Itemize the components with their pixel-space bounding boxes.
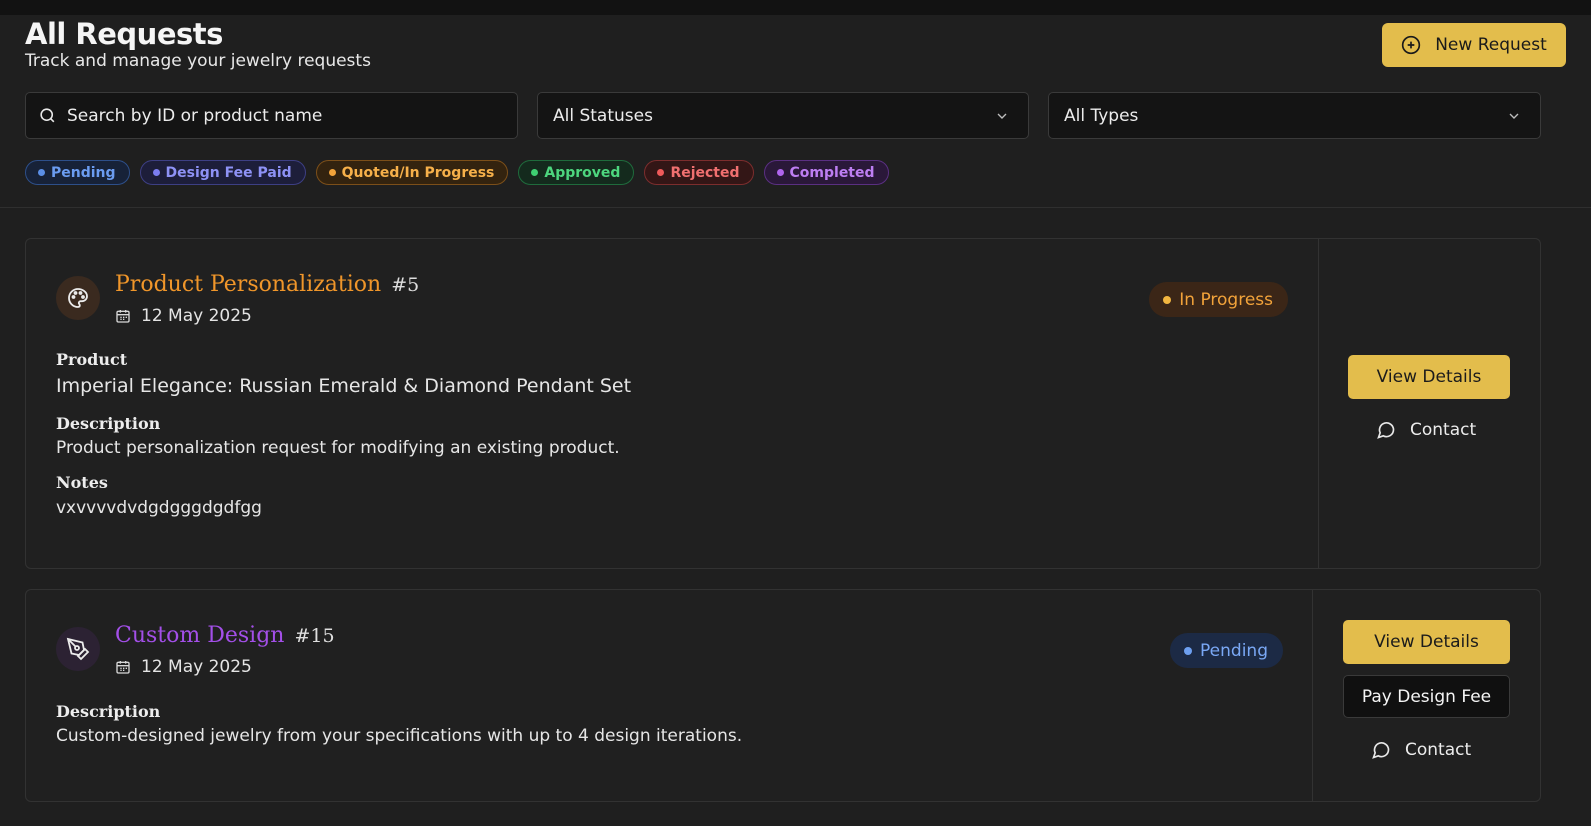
contact-label: Contact: [1405, 740, 1472, 760]
legend-approved[interactable]: Approved: [518, 160, 635, 185]
search-placeholder: Search by ID or product name: [67, 105, 323, 126]
search-input[interactable]: Search by ID or product name: [25, 92, 518, 139]
legend-pending[interactable]: Pending: [25, 160, 130, 185]
legend-label: Completed: [789, 164, 875, 181]
status-badge: Pending: [1170, 633, 1283, 668]
legend-dot: [531, 169, 539, 176]
status-dot: [1184, 646, 1193, 655]
request-card: Custom Design #15 12 May 2025 Pending Des…: [25, 589, 1541, 802]
pen-tool-icon: [66, 637, 90, 661]
contact-button[interactable]: Contact: [1376, 420, 1476, 440]
status-select-value: All Statuses: [553, 105, 653, 126]
status-text: In Progress: [1179, 289, 1273, 310]
calendar-icon: [116, 661, 130, 674]
legend-dot: [776, 169, 784, 176]
notes-value: vxvvvvdvdgdgggdgdfgg: [56, 498, 262, 518]
plus-circle-icon: [1402, 35, 1421, 55]
request-type-title: Custom Design: [115, 623, 285, 648]
status-badge: In Progress: [1149, 282, 1288, 317]
legend-label: Rejected: [670, 164, 740, 181]
legend-label: Pending: [51, 164, 116, 181]
request-actions: View Details Contact: [1318, 239, 1540, 568]
request-actions: View Details Pay Design Fee Contact: [1312, 590, 1540, 801]
description-value: Product personalization request for modi…: [56, 438, 620, 458]
contact-label: Contact: [1410, 420, 1477, 440]
type-select-value: All Types: [1064, 105, 1139, 126]
page-header: All Requests Track and manage your jewel…: [25, 15, 1566, 75]
request-type-badge: [56, 276, 100, 320]
view-details-button[interactable]: View Details: [1343, 620, 1510, 664]
product-value: Imperial Elegance: Russian Emerald & Dia…: [56, 375, 632, 397]
type-select[interactable]: All Types: [1048, 92, 1541, 139]
chevron-down-icon: [997, 113, 1007, 119]
notes-label: Notes: [56, 473, 108, 492]
contact-button[interactable]: Contact: [1371, 740, 1471, 760]
new-request-label: New Request: [1435, 35, 1547, 55]
description-label: Description: [56, 702, 161, 721]
legend-dot: [38, 169, 45, 176]
new-request-button[interactable]: New Request: [1382, 23, 1566, 67]
legend-completed[interactable]: Completed: [763, 160, 889, 185]
status-select[interactable]: All Statuses: [537, 92, 1029, 139]
request-title: Custom Design #15: [115, 623, 335, 648]
status-dot: [1163, 295, 1172, 304]
legend-label: Approved: [544, 164, 621, 181]
calendar-icon: [116, 310, 130, 323]
chevron-down-icon: [1509, 113, 1519, 119]
legend-label: Quoted/In Progress: [341, 164, 495, 181]
legend-dot: [657, 169, 665, 176]
pay-design-fee-button[interactable]: Pay Design Fee: [1343, 675, 1510, 718]
top-bar: [0, 0, 1591, 15]
legend-dot: [328, 169, 336, 176]
message-circle-icon: [1377, 422, 1395, 439]
page-subtitle: Track and manage your jewelry requests: [25, 51, 371, 71]
status-legend: Pending Design Fee Paid Quoted/In Progre…: [25, 160, 889, 185]
palette-icon: [68, 288, 88, 308]
status-text: Pending: [1200, 640, 1268, 661]
request-date-text: 12 May 2025: [141, 306, 252, 326]
legend-quoted-in-progress[interactable]: Quoted/In Progress: [315, 160, 509, 185]
request-date-text: 12 May 2025: [141, 657, 252, 677]
section-divider: [0, 207, 1591, 208]
request-id: #15: [294, 625, 335, 647]
request-card: Product Personalization #5 12 May 2025 In…: [25, 238, 1541, 569]
request-title: Product Personalization #5: [115, 272, 419, 297]
description-label: Description: [56, 414, 161, 433]
legend-design-fee-paid[interactable]: Design Fee Paid: [139, 160, 306, 185]
page-title: All Requests: [25, 17, 223, 51]
description-value: Custom-designed jewelry from your specif…: [56, 726, 743, 746]
product-label: Product: [56, 350, 128, 369]
search-icon: [40, 108, 55, 123]
request-date: 12 May 2025: [115, 657, 252, 677]
view-details-button[interactable]: View Details: [1348, 355, 1510, 399]
message-circle-icon: [1372, 742, 1390, 759]
legend-rejected[interactable]: Rejected: [644, 160, 754, 185]
request-id: #5: [391, 274, 420, 296]
request-date: 12 May 2025: [115, 306, 252, 326]
legend-dot: [152, 169, 160, 176]
request-type-title: Product Personalization: [115, 272, 382, 297]
filters-bar: Search by ID or product name All Statuse…: [25, 92, 1541, 141]
legend-label: Design Fee Paid: [165, 164, 292, 181]
request-type-badge: [56, 627, 100, 671]
